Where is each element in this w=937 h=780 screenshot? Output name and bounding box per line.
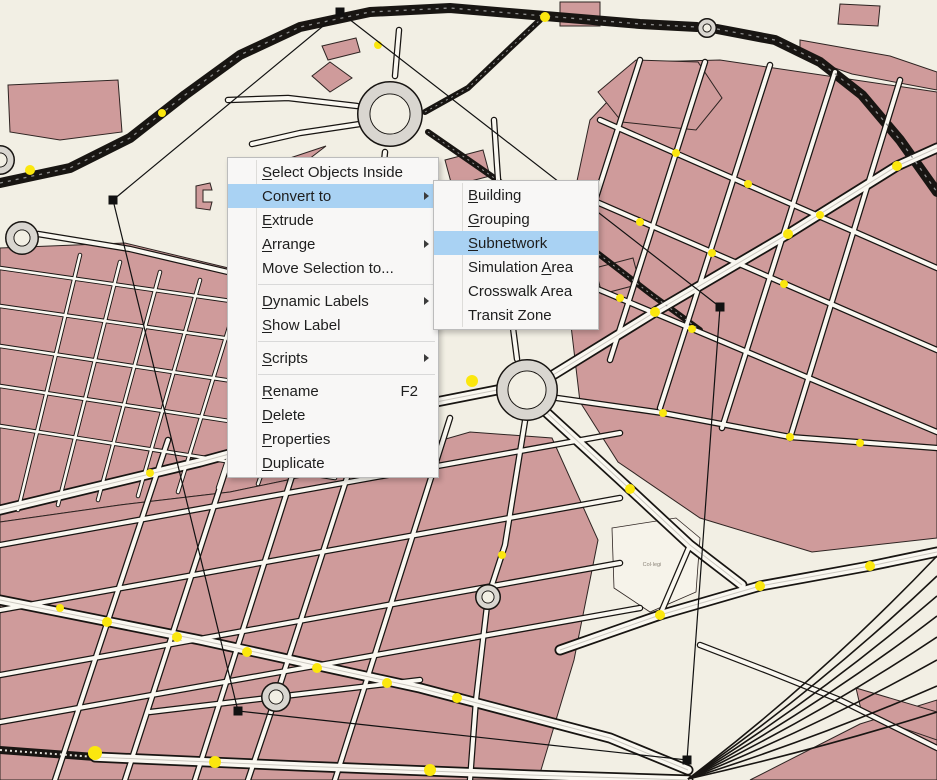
menu-item-label: Dynamic Labels xyxy=(262,293,369,310)
menu-item-duplicate[interactable]: Duplicate xyxy=(228,451,438,475)
junction-node[interactable] xyxy=(816,211,824,219)
menu-item-rename[interactable]: Rename F2 xyxy=(228,379,438,403)
menu-item-building[interactable]: Building xyxy=(434,183,598,207)
junction-node[interactable] xyxy=(452,693,462,703)
junction-node[interactable] xyxy=(708,249,716,257)
menu-item-label: Transit Zone xyxy=(468,307,552,324)
junction-node[interactable] xyxy=(209,756,221,768)
junction-node[interactable] xyxy=(655,610,665,620)
junction-node[interactable] xyxy=(865,561,875,571)
junction-node[interactable] xyxy=(755,581,765,591)
selection-handle[interactable] xyxy=(716,303,725,312)
junction-node[interactable] xyxy=(424,764,436,776)
junction-node[interactable] xyxy=(25,165,35,175)
menu-item-label: Rename xyxy=(262,383,319,400)
junction-node[interactable] xyxy=(780,280,788,288)
junction-node[interactable] xyxy=(158,109,166,117)
menu-item-delete[interactable]: Delete xyxy=(228,403,438,427)
menu-item-subnetwork[interactable]: Subnetwork xyxy=(434,231,598,255)
menu-item-convert-to[interactable]: Convert to xyxy=(228,184,438,208)
submenu-arrow-icon xyxy=(424,297,429,305)
menu-separator xyxy=(258,284,435,285)
menu-item-move-selection-to[interactable]: Move Selection to... xyxy=(228,256,438,280)
menu-item-label: Delete xyxy=(262,407,305,424)
selection-handle[interactable] xyxy=(336,8,345,17)
building xyxy=(8,80,122,140)
context-menu: Select Objects Inside Convert to Extrude Ar… xyxy=(227,157,439,478)
selection-handle[interactable] xyxy=(683,756,692,765)
selection-handle[interactable] xyxy=(109,196,118,205)
submenu-arrow-icon xyxy=(424,354,429,362)
junction-node[interactable] xyxy=(312,663,322,673)
submenu-arrow-icon xyxy=(424,240,429,248)
building xyxy=(838,4,880,26)
junction-node[interactable] xyxy=(892,161,902,171)
menu-item-scripts[interactable]: Scripts xyxy=(228,346,438,370)
junction-node[interactable] xyxy=(242,647,252,657)
map-canvas[interactable]: Col·legi xyxy=(0,0,937,780)
menu-item-extrude[interactable]: Extrude xyxy=(228,208,438,232)
menu-item-label: Move Selection to... xyxy=(262,260,394,277)
submenu-arrow-icon xyxy=(424,192,429,200)
building-label: Col·legi xyxy=(643,562,662,568)
junction-node[interactable] xyxy=(466,375,478,387)
roundabout-island xyxy=(703,24,711,32)
menu-item-arrange[interactable]: Arrange xyxy=(228,232,438,256)
menu-item-properties[interactable]: Properties xyxy=(228,427,438,451)
junction-node[interactable] xyxy=(540,12,550,22)
junction-node[interactable] xyxy=(625,484,635,494)
menu-item-label: Convert to xyxy=(262,188,331,205)
junction-node[interactable] xyxy=(616,294,624,302)
menu-item-shortcut: F2 xyxy=(400,383,428,400)
roundabout-island xyxy=(14,230,30,246)
menu-item-label: Simulation Area xyxy=(468,259,573,276)
selection-handle[interactable] xyxy=(234,707,243,716)
menu-item-show-label[interactable]: Show Label xyxy=(228,313,438,337)
junction-node[interactable] xyxy=(744,180,752,188)
menu-item-label: Extrude xyxy=(262,212,314,229)
menu-item-simulation-area[interactable]: Simulation Area xyxy=(434,255,598,279)
menu-item-grouping[interactable]: Grouping xyxy=(434,207,598,231)
junction-node[interactable] xyxy=(102,617,112,627)
junction-node[interactable] xyxy=(88,746,102,760)
junction-node[interactable] xyxy=(146,469,154,477)
menu-separator xyxy=(258,374,435,375)
menu-item-label: Subnetwork xyxy=(468,235,547,252)
menu-item-label: Scripts xyxy=(262,350,308,367)
roundabout-island xyxy=(370,94,410,134)
junction-node[interactable] xyxy=(659,409,667,417)
menu-item-label: Arrange xyxy=(262,236,315,253)
junction-node[interactable] xyxy=(56,604,64,612)
roundabout-island xyxy=(508,371,546,409)
menu-item-label: Building xyxy=(468,187,521,204)
menu-item-transit-zone[interactable]: Transit Zone xyxy=(434,303,598,327)
junction-node[interactable] xyxy=(688,325,696,333)
roundabout-island xyxy=(269,690,283,704)
menu-item-label: Grouping xyxy=(468,211,530,228)
menu-item-label: Show Label xyxy=(262,317,340,334)
junction-node[interactable] xyxy=(672,149,680,157)
menu-item-label: Select Objects Inside xyxy=(262,164,403,181)
roundabout-island xyxy=(482,591,494,603)
junction-node[interactable] xyxy=(382,678,392,688)
menu-item-crosswalk-area[interactable]: Crosswalk Area xyxy=(434,279,598,303)
junction-node[interactable] xyxy=(856,439,864,447)
menu-separator xyxy=(258,341,435,342)
application-window: Col·legi Select Objects Inside Convert to… xyxy=(0,0,937,780)
junction-node[interactable] xyxy=(498,551,506,559)
menu-item-label: Crosswalk Area xyxy=(468,283,572,300)
menu-item-dynamic-labels[interactable]: Dynamic Labels xyxy=(228,289,438,313)
junction-node[interactable] xyxy=(172,632,182,642)
menu-item-label: Duplicate xyxy=(262,455,325,472)
menu-item-select-objects-inside[interactable]: Select Objects Inside xyxy=(228,160,438,184)
junction-node[interactable] xyxy=(650,307,660,317)
junction-node[interactable] xyxy=(636,218,644,226)
menu-item-label: Properties xyxy=(262,431,330,448)
junction-node[interactable] xyxy=(786,433,794,441)
convert-to-submenu: Building Grouping Subnetwork Simulation Are… xyxy=(433,180,599,330)
junction-node[interactable] xyxy=(783,229,793,239)
